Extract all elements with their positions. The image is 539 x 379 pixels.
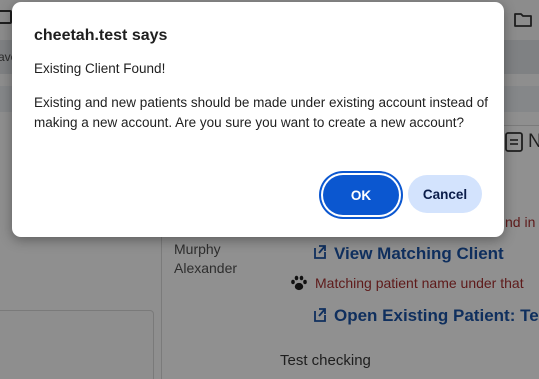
- open-existing-patient-link[interactable]: Open Existing Patient: Tes: [334, 306, 539, 326]
- folder-icon[interactable]: [514, 12, 532, 27]
- client-last-name: Alexander: [174, 260, 238, 276]
- external-link-icon: [314, 308, 326, 322]
- confirm-dialog: cheetah.test says Existing Client Found!…: [12, 2, 504, 237]
- section-header-fragment: N: [528, 131, 539, 152]
- browser-viewport: ave N nd in Murphy Alexander View Matchi…: [0, 0, 539, 379]
- folder-icon: [0, 10, 12, 24]
- paw-icon: [291, 275, 307, 291]
- dialog-title: cheetah.test says: [34, 27, 168, 44]
- matching-patient-warning: Matching patient name under that: [315, 275, 524, 291]
- document-icon: [505, 132, 523, 152]
- dialog-message-heading: Existing Client Found!: [34, 61, 166, 76]
- dialog-message: Existing Client Found! Existing and new …: [34, 59, 494, 133]
- client-first-name: Murphy: [174, 241, 221, 257]
- view-matching-client-link[interactable]: View Matching Client: [334, 244, 504, 264]
- test-checking-text: Test checking: [280, 352, 371, 369]
- background-left-panel: [0, 310, 154, 379]
- external-link-icon: [314, 245, 326, 259]
- found-warning-fragment: nd in: [505, 214, 536, 230]
- cancel-button[interactable]: Cancel: [408, 175, 482, 213]
- dialog-message-body: Existing and new patients should be made…: [34, 95, 489, 130]
- ok-button[interactable]: OK: [323, 175, 399, 215]
